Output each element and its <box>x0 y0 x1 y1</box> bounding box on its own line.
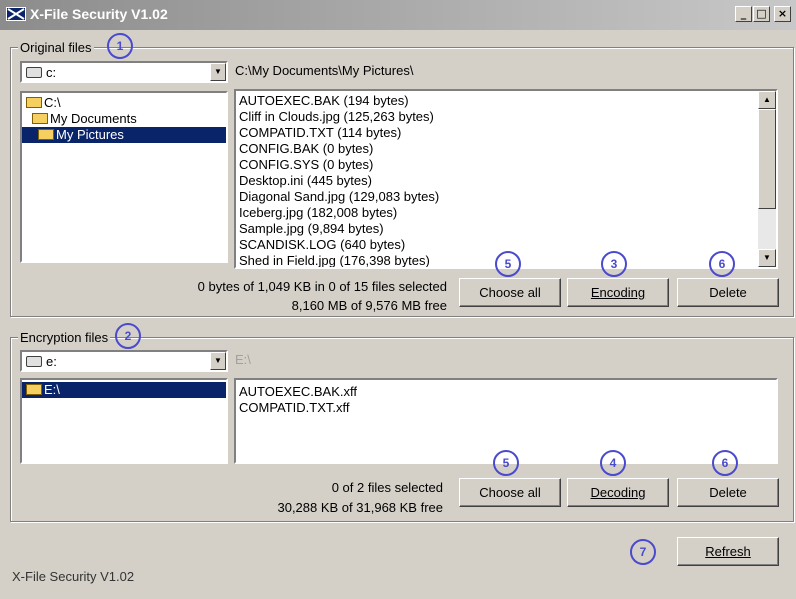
list-item[interactable]: AUTOEXEC.BAK (194 bytes) <box>236 93 776 109</box>
tree-item-my-pictures[interactable]: My Pictures <box>22 127 226 143</box>
list-item[interactable]: Cliff in Clouds.jpg (125,263 bytes) <box>236 109 776 125</box>
list-item[interactable]: COMPATID.TXT (114 bytes) <box>236 125 776 141</box>
original-selected-info: 0 bytes of 1,049 KB in 0 of 15 files sel… <box>197 279 447 294</box>
chevron-down-icon[interactable]: ▼ <box>210 63 226 81</box>
drive-icon <box>26 67 42 78</box>
scroll-thumb[interactable] <box>758 109 776 209</box>
title-bar: X-File Security V1.02 _ □ × <box>0 0 796 30</box>
original-file-list[interactable]: AUTOEXEC.BAK (194 bytes) Cliff in Clouds… <box>234 89 778 269</box>
callout-choose-all-original: 5 <box>495 251 521 277</box>
callout-delete-encryption: 6 <box>712 450 738 476</box>
folder-icon <box>32 113 48 124</box>
drive-label: c: <box>46 65 57 80</box>
callout-original: 1 <box>107 33 133 59</box>
tree-item-label: C:\ <box>44 95 61 110</box>
list-item[interactable]: AUTOEXEC.BAK.xff <box>236 384 776 400</box>
refresh-button[interactable]: Refresh <box>677 537 779 566</box>
tree-item-label: My Documents <box>50 111 137 126</box>
scroll-up-icon[interactable]: ▲ <box>758 91 776 109</box>
delete-encryption-button[interactable]: Delete <box>677 478 779 507</box>
minimize-button[interactable]: _ <box>735 6 752 22</box>
encryption-free-info: 30,288 KB of 31,968 KB free <box>277 500 443 515</box>
delete-original-button[interactable]: Delete <box>677 278 779 307</box>
decoding-button[interactable]: Decoding <box>567 478 669 507</box>
drive-icon <box>26 356 42 367</box>
tree-item-my-documents[interactable]: My Documents <box>22 111 226 127</box>
app-icon <box>6 7 26 21</box>
original-files-legend: Original files <box>18 40 94 55</box>
original-folder-tree[interactable]: C:\ My Documents My Pictures <box>20 91 228 263</box>
vertical-scrollbar[interactable]: ▲ ▼ <box>758 91 776 267</box>
callout-refresh: 7 <box>630 539 656 565</box>
callout-choose-all-encryption: 5 <box>493 450 519 476</box>
tree-item-label: My Pictures <box>56 127 124 142</box>
list-item[interactable]: Desktop.ini (445 bytes) <box>236 173 776 189</box>
choose-all-original-button[interactable]: Choose all <box>459 278 561 307</box>
encryption-files-legend: Encryption files <box>18 330 111 345</box>
maximize-button[interactable]: □ <box>753 6 770 22</box>
tree-item-label: E:\ <box>44 382 60 397</box>
list-item[interactable]: CONFIG.SYS (0 bytes) <box>236 157 776 173</box>
window-title: X-File Security V1.02 <box>30 6 168 22</box>
encryption-folder-tree[interactable]: E:\ <box>20 378 228 464</box>
callout-decoding: 4 <box>600 450 626 476</box>
encryption-drive-select[interactable]: e: ▼ <box>20 350 228 372</box>
file-list-items: AUTOEXEC.BAK.xff COMPATID.TXT.xff <box>236 380 776 416</box>
encoding-button[interactable]: Encoding <box>567 278 669 307</box>
encryption-selected-info: 0 of 2 files selected <box>331 480 443 495</box>
list-item[interactable]: Iceberg.jpg (182,008 bytes) <box>236 205 776 221</box>
list-item[interactable]: Diagonal Sand.jpg (129,083 bytes) <box>236 189 776 205</box>
list-item[interactable]: COMPATID.TXT.xff <box>236 400 776 416</box>
scroll-down-icon[interactable]: ▼ <box>758 249 776 267</box>
list-item[interactable]: CONFIG.BAK (0 bytes) <box>236 141 776 157</box>
folder-icon <box>26 97 42 108</box>
callout-delete-original: 6 <box>709 251 735 277</box>
encryption-path: E:\ <box>235 352 251 367</box>
status-text: X-File Security V1.02 <box>12 569 135 584</box>
drive-label: e: <box>46 354 57 369</box>
original-drive-select[interactable]: c: ▼ <box>20 61 228 83</box>
original-free-info: 8,160 MB of 9,576 MB free <box>291 298 447 313</box>
tree-item-c-root[interactable]: C:\ <box>22 95 226 111</box>
tree-item-e-root[interactable]: E:\ <box>22 382 226 398</box>
folder-open-icon <box>38 129 54 140</box>
file-list-items: AUTOEXEC.BAK (194 bytes) Cliff in Clouds… <box>236 91 776 267</box>
callout-encoding: 3 <box>601 251 627 277</box>
callout-encryption: 2 <box>115 323 141 349</box>
chevron-down-icon[interactable]: ▼ <box>210 352 226 370</box>
folder-open-icon <box>26 384 42 395</box>
original-path: C:\My Documents\My Pictures\ <box>235 63 414 78</box>
list-item[interactable]: Sample.jpg (9,894 bytes) <box>236 221 776 237</box>
choose-all-encryption-button[interactable]: Choose all <box>459 478 561 507</box>
close-button[interactable]: × <box>774 6 791 22</box>
